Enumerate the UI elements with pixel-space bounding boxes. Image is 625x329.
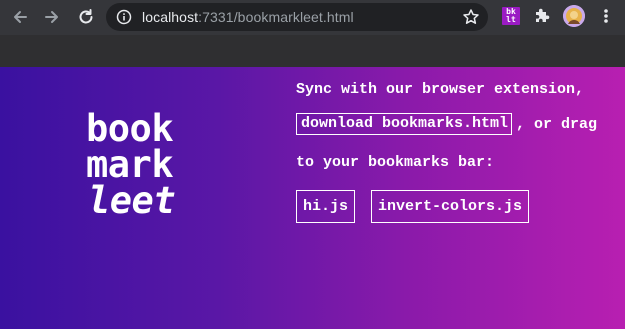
address-bar[interactable]: localhost:7331/bookmarkleet.html bbox=[106, 3, 488, 31]
bookmarklet-invert-colors-js[interactable]: invert-colors.js bbox=[371, 190, 530, 223]
logo: book mark leet bbox=[86, 107, 216, 222]
logo-line-mark: mark bbox=[86, 143, 174, 186]
more-vert-icon[interactable] bbox=[601, 7, 611, 25]
instructions-line2: download bookmarks.html , or drag bbox=[296, 113, 597, 135]
arrow-right-icon bbox=[45, 11, 58, 23]
star-icon[interactable] bbox=[462, 8, 480, 26]
back-button[interactable] bbox=[8, 5, 32, 29]
instructions-line3: to your bookmarks bar: bbox=[296, 154, 495, 171]
hero-banner: book mark leet Sync with our browser ext… bbox=[0, 67, 625, 329]
puzzle-icon[interactable] bbox=[533, 7, 551, 25]
extension-badge-line2: lt bbox=[506, 15, 516, 24]
bookmarkleet-extension-icon[interactable]: bk lt bbox=[502, 7, 520, 25]
download-bookmarks-link[interactable]: download bookmarks.html bbox=[296, 113, 513, 135]
url-host: localhost bbox=[142, 9, 199, 25]
bookmarklet-hi-js[interactable]: hi.js bbox=[296, 190, 356, 223]
forward-button[interactable] bbox=[40, 5, 64, 29]
avatar[interactable] bbox=[563, 5, 585, 27]
url-text: localhost:7331/bookmarkleet.html bbox=[142, 9, 354, 25]
logo-line-book: book bbox=[86, 107, 174, 150]
info-icon[interactable] bbox=[116, 9, 132, 25]
reload-icon bbox=[79, 9, 93, 24]
bookmarklet-list: hi.js invert-colors.js bbox=[296, 190, 545, 223]
page-viewport: book mark leet Sync with our browser ext… bbox=[0, 35, 625, 329]
instructions-or-drag: , or drag bbox=[516, 115, 598, 133]
profile-icon bbox=[563, 5, 585, 27]
logo-line-leet: leet bbox=[88, 179, 176, 222]
instructions-line1: Sync with our browser extension, bbox=[296, 81, 585, 98]
browser-toolbar: localhost:7331/bookmarkleet.html bk lt bbox=[0, 0, 625, 35]
arrow-left-icon bbox=[14, 11, 27, 23]
reload-button[interactable] bbox=[74, 5, 98, 29]
url-path: :7331/bookmarkleet.html bbox=[198, 9, 354, 25]
